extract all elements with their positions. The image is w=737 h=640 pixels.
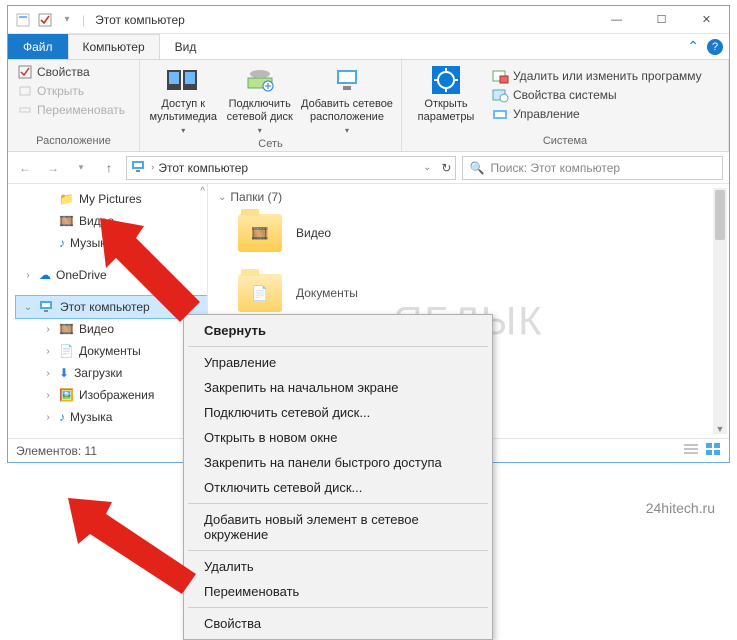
pc-icon	[39, 300, 55, 315]
menu-add-network-location[interactable]: Добавить новый элемент в сетевое окружен…	[186, 507, 490, 547]
context-menu: Свернуть Управление Закрепить на начальн…	[183, 314, 493, 640]
downloads-icon: ⬇	[59, 366, 69, 380]
scrollbar[interactable]: ▲ ▼	[713, 188, 727, 434]
tab-computer[interactable]: Компьютер	[68, 34, 160, 59]
red-arrow-top	[100, 218, 210, 328]
properties-icon[interactable]	[36, 11, 54, 29]
address-bar[interactable]: › Этот компьютер ⌄ ↻	[126, 156, 456, 180]
group-header[interactable]: ⌄Папки (7)	[218, 190, 719, 204]
onedrive-icon: ☁	[39, 268, 51, 282]
folder-documents[interactable]: 📄 Документы	[238, 274, 719, 312]
collapse-ribbon-icon[interactable]: ⌃	[687, 38, 699, 55]
refresh-icon[interactable]: ↻	[441, 161, 451, 175]
ribbon-group-location: Свойства Открыть Переименовать Расположе…	[8, 60, 140, 151]
search-placeholder: Поиск: Этот компьютер	[490, 161, 620, 175]
system-properties-button[interactable]: Свойства системы	[490, 87, 704, 103]
menu-disconnect-drive[interactable]: Отключить сетевой диск...	[186, 475, 490, 500]
documents-icon: 📄	[59, 344, 74, 358]
folder-icon: 📁	[59, 192, 74, 206]
access-media-button[interactable]: Доступ к мультимедиа▾	[148, 64, 218, 136]
scroll-thumb[interactable]	[715, 190, 725, 240]
address-text: Этот компьютер	[158, 161, 248, 175]
video-icon: 🎞️	[59, 322, 74, 336]
ribbon-group-system: Открыть параметры Удалить или изменить п…	[402, 60, 729, 151]
folder-video[interactable]: 🎞️ Видео	[238, 214, 719, 252]
video-icon: 🎞️	[59, 214, 74, 228]
menu-open-new-window[interactable]: Открыть в новом окне	[186, 425, 490, 450]
recent-button[interactable]: ▾	[70, 157, 92, 179]
images-icon: 🖼️	[59, 388, 74, 402]
ribbon: Свойства Открыть Переименовать Расположе…	[8, 60, 729, 152]
open-button: Открыть	[16, 83, 127, 99]
tree-item-documents[interactable]: ›📄Документы	[16, 340, 207, 362]
menu-rename[interactable]: Переименовать	[186, 579, 490, 604]
menu-map-drive[interactable]: Подключить сетевой диск...	[186, 400, 490, 425]
tiles-view-icon[interactable]	[705, 442, 721, 459]
tree-item-music2[interactable]: ›♪Музыка	[16, 406, 207, 428]
item-count: Элементов: 11	[16, 444, 97, 458]
navbar: ← → ▾ ↑ › Этот компьютер ⌄ ↻ 🔍 Поиск: Эт…	[8, 152, 729, 184]
folder-icon: 📄	[238, 274, 282, 312]
menu-pin-quick[interactable]: Закрепить на панели быстрого доступа	[186, 450, 490, 475]
undo-icon[interactable]: ▾	[58, 11, 76, 29]
search-box[interactable]: 🔍 Поиск: Этот компьютер	[462, 156, 723, 180]
tab-view[interactable]: Вид	[160, 34, 212, 59]
add-network-location-button[interactable]: Добавить сетевое расположение▾	[301, 64, 393, 136]
ribbon-group-network: Доступ к мультимедиа▾ Подключить сетевой…	[140, 60, 402, 151]
ribbon-tabs: Файл Компьютер Вид ⌃ ?	[8, 34, 729, 60]
quick-access-toolbar: ▾	[8, 11, 82, 29]
properties-button[interactable]: Свойства	[16, 64, 127, 80]
maximize-button[interactable]: ☐	[639, 6, 684, 34]
red-arrow-bottom	[68, 498, 208, 608]
help-icon[interactable]: ?	[707, 39, 723, 55]
menu-delete[interactable]: Удалить	[186, 554, 490, 579]
menu-pin-start[interactable]: Закрепить на начальном экране	[186, 375, 490, 400]
back-button[interactable]: ←	[14, 157, 36, 179]
minimize-button[interactable]: —	[594, 6, 639, 34]
music-icon: ♪	[59, 410, 65, 424]
music-icon: ♪	[59, 236, 65, 250]
titlebar: ▾ | Этот компьютер — ☐ ✕	[8, 6, 729, 34]
attribution: 24hitech.ru	[646, 500, 715, 516]
tab-file[interactable]: Файл	[8, 34, 68, 59]
menu-manage[interactable]: Управление	[186, 350, 490, 375]
open-settings-button[interactable]: Открыть параметры	[410, 64, 482, 124]
window-controls: — ☐ ✕	[594, 6, 729, 34]
menu-properties[interactable]: Свойства	[186, 611, 490, 636]
group-label: Расположение	[16, 133, 131, 147]
file-icon	[14, 11, 32, 29]
pc-icon	[131, 159, 147, 176]
search-icon: 🔍	[469, 161, 484, 175]
tree-item-images[interactable]: ›🖼️Изображения	[16, 384, 207, 406]
map-drive-button[interactable]: Подключить сетевой диск▾	[224, 64, 294, 136]
uninstall-program-button[interactable]: Удалить или изменить программу	[490, 68, 704, 84]
manage-button[interactable]: Управление	[490, 106, 704, 122]
close-button[interactable]: ✕	[684, 6, 729, 34]
tree-item-downloads[interactable]: ›⬇Загрузки	[16, 362, 207, 384]
details-view-icon[interactable]	[683, 442, 699, 459]
folder-icon: 🎞️	[238, 214, 282, 252]
window-title: Этот компьютер	[85, 13, 594, 27]
address-dropdown-icon[interactable]: ⌄	[423, 162, 431, 173]
group-label: Сеть	[148, 136, 393, 150]
scroll-down-icon[interactable]: ▼	[713, 424, 727, 434]
rename-button: Переименовать	[16, 102, 127, 118]
up-button[interactable]: ↑	[98, 157, 120, 179]
scroll-up-icon[interactable]: ^	[200, 186, 205, 197]
forward-button: →	[42, 157, 64, 179]
group-label: Система	[410, 133, 720, 147]
menu-collapse[interactable]: Свернуть	[186, 318, 490, 343]
tree-item-my-pictures[interactable]: 📁My Pictures	[16, 188, 207, 210]
